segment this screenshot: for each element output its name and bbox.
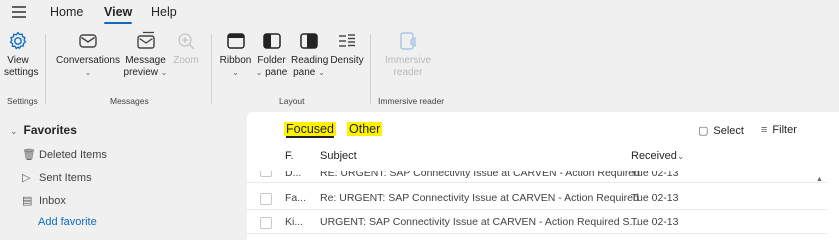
density-icon — [339, 34, 355, 47]
ribbon-divider — [45, 34, 46, 104]
column-header-subject[interactable]: Subject — [320, 150, 357, 172]
add-favorite-link[interactable]: Add favorite — [38, 216, 97, 228]
filter-icon: ≡ — [761, 124, 768, 136]
row-subject: RE: URGENT: SAP Connectivity Issue at CA… — [320, 171, 640, 179]
reading-pane-label-2: pane — [293, 67, 316, 78]
density-button[interactable]: Density — [329, 30, 365, 67]
group-label-immersive-reader: Immersive reader — [378, 96, 445, 106]
row-date: Tue 02-13 — [631, 216, 679, 228]
group-label-settings: Settings — [7, 96, 38, 106]
chevron-down-icon: ⌄ — [232, 68, 239, 77]
message-preview-label-2: preview — [123, 67, 158, 78]
trash-icon: 🗑︎ — [22, 149, 36, 161]
row-checkbox[interactable] — [260, 193, 272, 205]
row-from: Fa... — [285, 192, 307, 204]
chevron-down-icon: ⌄ — [318, 68, 325, 77]
conversations-button[interactable]: Conversations ⌄ — [56, 30, 120, 79]
sidebar-item-inbox[interactable]: ▤ Inbox — [22, 194, 66, 207]
gear-icon — [9, 31, 27, 50]
ribbon-layout-icon — [226, 33, 245, 49]
immersive-reader-label-1: Immersive — [384, 55, 432, 66]
ribbon-divider — [211, 34, 212, 104]
favorites-label: Favorites — [23, 123, 77, 137]
scroll-up-arrow-icon[interactable]: ▲ — [816, 176, 823, 183]
filter-label: Filter — [772, 124, 797, 136]
folder-pane-label-1: Folder — [257, 55, 286, 66]
top-nav: Home View Help — [0, 0, 839, 26]
folder-pane-icon — [262, 33, 281, 49]
density-label: Density — [330, 55, 364, 66]
row-subject: Re: URGENT: SAP Connectivity Issue at CA… — [320, 192, 639, 204]
row-from: Ki... — [285, 216, 304, 228]
tab-home[interactable]: Home — [50, 5, 83, 19]
tab-view[interactable]: View — [104, 5, 133, 24]
zoom-in-icon — [178, 33, 195, 50]
sort-chevron-icon: ⌄ — [676, 151, 685, 161]
row-date: Tue 02-13 — [631, 192, 679, 204]
reading-pane-button[interactable]: Reading pane ⌄ — [291, 30, 329, 79]
tab-help[interactable]: Help — [151, 5, 177, 19]
inbox-icon: ▤ — [22, 195, 33, 207]
ribbon-layout-button[interactable]: Ribbon ⌄ — [219, 30, 252, 79]
sidebar-item-label: Sent Items — [39, 172, 92, 184]
favorites-header[interactable]: ⌄ Favorites — [10, 123, 77, 137]
reading-pane-label-1: Reading — [291, 55, 329, 66]
tab-other[interactable]: Other — [347, 122, 383, 136]
select-checkbox-icon: ▢ — [698, 125, 709, 137]
chevron-down-icon: ⌄ — [10, 126, 18, 136]
immersive-reader-button[interactable]: Immersive reader — [380, 30, 436, 79]
select-label: Select — [713, 125, 744, 137]
folder-pane-label-2: pane — [265, 67, 288, 78]
ribbon-divider — [370, 34, 371, 104]
row-checkbox[interactable] — [260, 217, 272, 229]
ribbon: View settings Settings Conversations ⌄ M… — [0, 26, 839, 108]
row-from: D... — [285, 171, 302, 179]
message-preview-button[interactable]: Message preview ⌄ — [123, 30, 168, 79]
envelope-icon — [79, 34, 97, 48]
group-label-layout: Layout — [279, 96, 305, 106]
send-icon: ▷ — [22, 172, 31, 184]
sidebar-item-label: Inbox — [39, 195, 66, 207]
view-settings-button[interactable]: View settings — [4, 30, 39, 79]
row-subject: URGENT: SAP Connectivity Issue at CARVEN… — [320, 216, 639, 228]
chevron-down-icon: ⌄ — [84, 68, 92, 77]
message-list: Focused Other ▢ Select ≡ Filter F. Subject… — [247, 112, 839, 240]
row-date: Tue 02-13 — [631, 171, 679, 179]
table-row[interactable]: D... RE: URGENT: SAP Connectivity Issue … — [247, 171, 827, 183]
message-preview-label-1: Message — [125, 55, 166, 66]
tab-focused[interactable]: Focused — [284, 122, 336, 136]
immersive-reader-icon — [400, 32, 416, 50]
sidebar-item-sent-items[interactable]: ▷ Sent Items — [22, 171, 92, 184]
ribbon-label: Ribbon — [219, 55, 252, 66]
folder-pane: ⌄ Favorites 🗑︎ Deleted Items ▷ Sent Items ▤… — [0, 108, 247, 240]
group-label-messages: Messages — [110, 96, 149, 106]
folder-pane-button[interactable]: Folder ⌄ pane — [255, 30, 288, 79]
table-row[interactable]: Fa... Re: URGENT: SAP Connectivity Issue… — [247, 187, 827, 210]
chevron-down-icon: ⌄ — [160, 68, 168, 77]
zoom-button[interactable]: Zoom — [171, 30, 201, 67]
immersive-reader-label-2: reader — [393, 67, 423, 78]
row-checkbox[interactable] — [260, 171, 272, 177]
hamburger-menu-icon[interactable] — [12, 6, 26, 18]
column-header-received[interactable]: Received⌄ — [631, 150, 684, 172]
message-preview-icon — [136, 31, 155, 49]
conversations-label: Conversations — [56, 55, 120, 66]
select-button[interactable]: ▢ Select — [698, 124, 744, 137]
view-settings-label-1: View — [7, 55, 29, 66]
filter-button[interactable]: ≡ Filter — [761, 124, 797, 136]
sidebar-item-deleted-items[interactable]: 🗑︎ Deleted Items — [22, 148, 107, 161]
table-row[interactable]: Ki... URGENT: SAP Connectivity Issue at … — [247, 211, 827, 234]
received-label: Received — [631, 150, 677, 162]
reading-pane-icon — [300, 33, 318, 49]
zoom-label: Zoom — [173, 55, 199, 66]
chevron-down-icon: ⌄ — [255, 68, 263, 77]
sidebar-item-label: Deleted Items — [39, 149, 107, 161]
column-header-from[interactable]: F. — [285, 150, 294, 172]
view-settings-label-2: settings — [4, 67, 39, 78]
